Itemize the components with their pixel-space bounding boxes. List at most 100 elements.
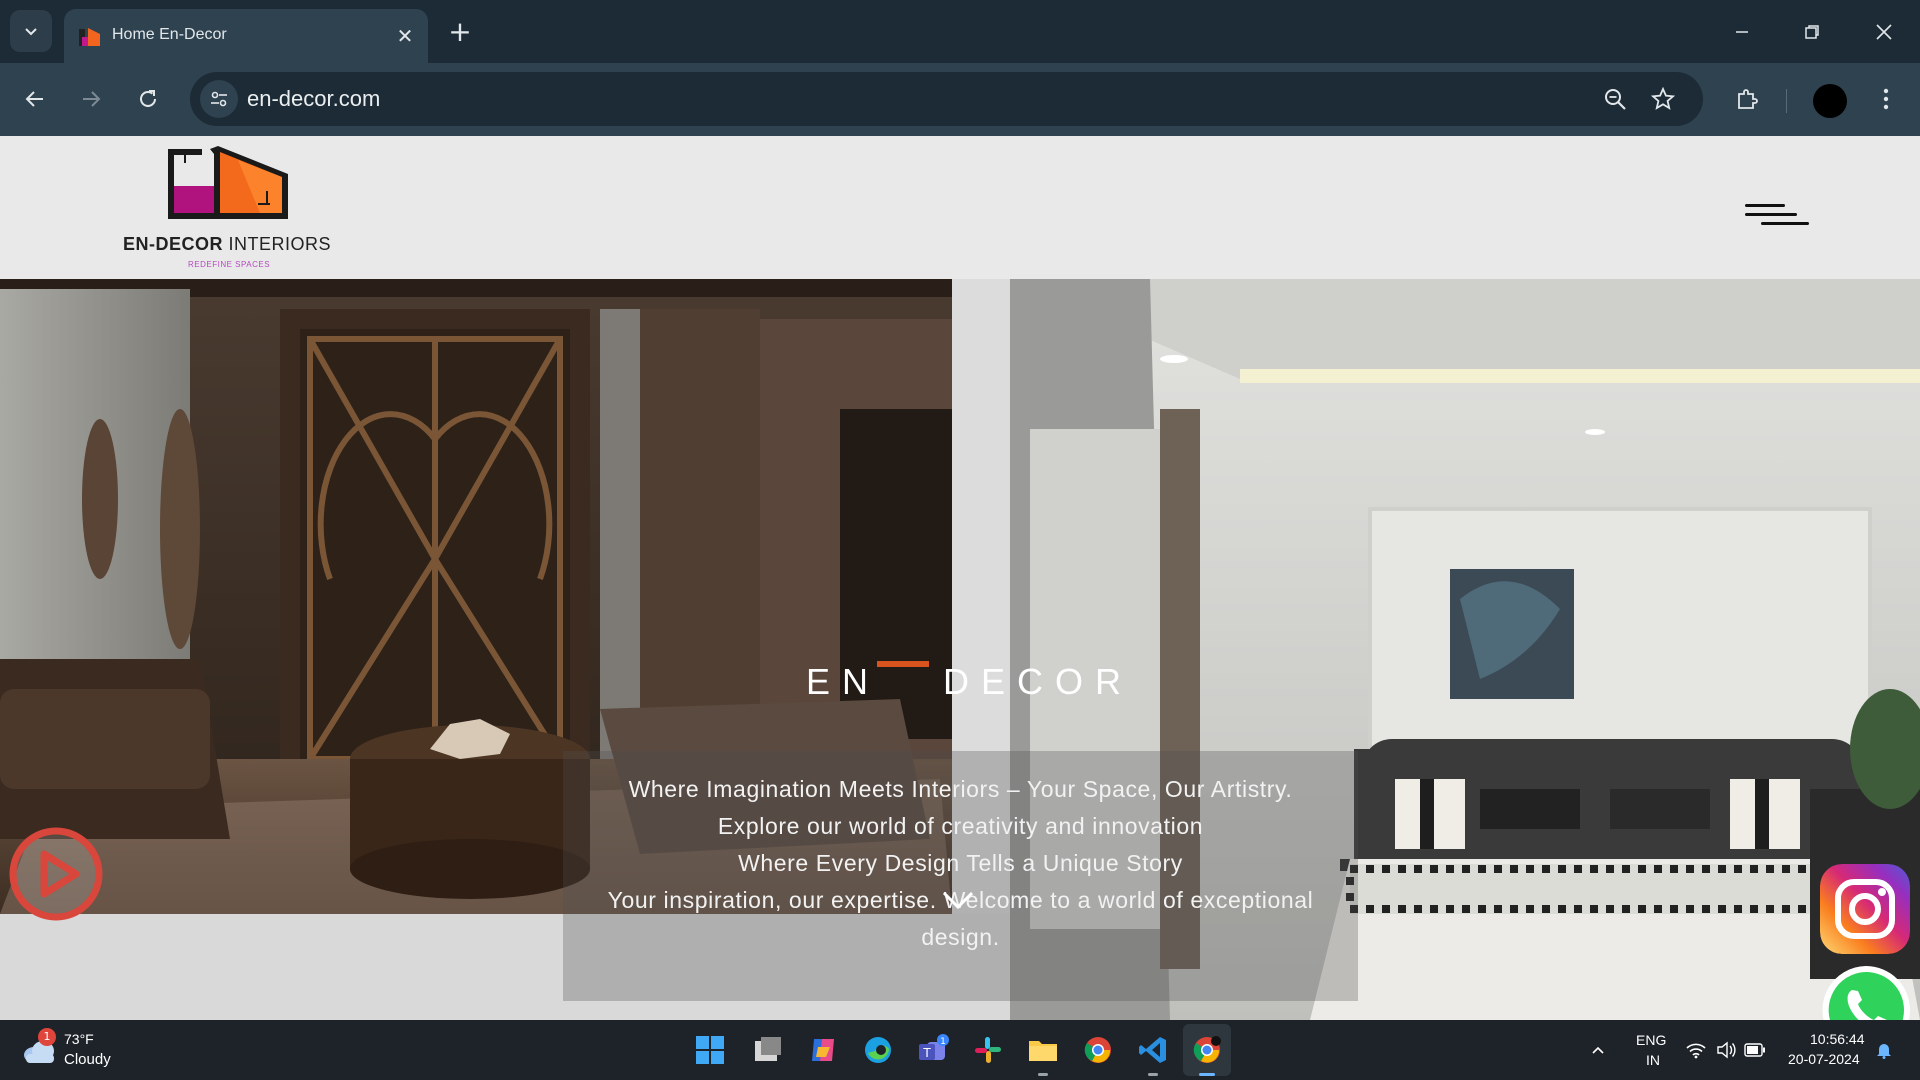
language-indicator[interactable]: ENG IN [1636, 1020, 1680, 1080]
start-button[interactable] [690, 1030, 730, 1070]
hero-caption-line: Where Every Design Tells a Unique Story [738, 850, 1183, 876]
bookmark-button[interactable] [1648, 84, 1678, 114]
chrome-active-button[interactable] [1187, 1030, 1227, 1076]
more-vertical-icon [1883, 88, 1889, 110]
brand-name: EN-DECOR INTERIORS [123, 234, 331, 255]
slack-icon [975, 1037, 1001, 1063]
address-bar[interactable]: en-decor.com [190, 72, 1703, 126]
hero-title-en: EN [806, 661, 881, 702]
weather-widget[interactable]: 1 73°F Cloudy [22, 1028, 132, 1072]
notifications-button[interactable] [1876, 1020, 1896, 1080]
chevron-down-icon [25, 28, 37, 36]
restore-icon [1805, 25, 1819, 39]
system-status-button[interactable] [1686, 1020, 1766, 1080]
minimize-icon [1736, 31, 1748, 33]
chevron-up-icon [1592, 1046, 1604, 1054]
tune-icon [211, 91, 227, 107]
close-window-icon [1876, 24, 1892, 40]
back-button[interactable] [15, 79, 55, 119]
reload-button[interactable] [128, 79, 168, 119]
site-settings-button[interactable] [200, 80, 238, 118]
teams-button[interactable]: T 1 [913, 1030, 953, 1070]
windows-start-icon [696, 1036, 724, 1064]
wifi-icon [1686, 1043, 1706, 1059]
close-tab-icon[interactable]: ✕ [394, 25, 416, 47]
hero-caption-line: Where Imagination Meets Interiors – Your… [628, 776, 1293, 802]
instagram-icon[interactable] [1820, 864, 1910, 954]
copilot-button[interactable] [803, 1030, 843, 1070]
vscode-icon [1139, 1037, 1166, 1063]
hero-caption-line: design. [921, 924, 1000, 950]
reload-icon [140, 90, 156, 107]
minimize-button[interactable] [1722, 12, 1762, 52]
weather-temp: 73°F [64, 1031, 94, 1047]
chrome-button[interactable] [1078, 1030, 1118, 1070]
hero-caption-line: Explore our world of creativity and inno… [717, 813, 1204, 839]
restore-button[interactable] [1792, 12, 1832, 52]
edge-icon [865, 1037, 891, 1063]
site-favicon-icon [79, 28, 100, 46]
clock-time: 10:56:44 [1810, 1031, 1865, 1047]
copilot-icon [812, 1039, 834, 1061]
battery-icon [1744, 1043, 1765, 1057]
weather-alert-badge: 1 [38, 1028, 56, 1046]
clock-date: 20-07-2024 [1788, 1051, 1860, 1067]
play-video-button[interactable] [8, 826, 104, 922]
hero-title: EN DECOR [800, 661, 1130, 711]
hero-title-decor: DECOR [943, 661, 1134, 702]
browser-toolbar: en-decor.com [0, 63, 1920, 136]
back-arrow-icon [25, 91, 43, 107]
svg-text:T: T [922, 1046, 931, 1060]
more-menu-button[interactable] [1866, 79, 1906, 119]
slack-button[interactable] [968, 1030, 1008, 1070]
task-view-icon [755, 1037, 781, 1061]
url-text[interactable]: en-decor.com [247, 86, 380, 112]
forward-button[interactable] [71, 79, 111, 119]
profile-avatar[interactable] [1813, 84, 1847, 118]
file-explorer-button[interactable] [1023, 1030, 1063, 1076]
brand-name-bold: EN-DECOR [123, 234, 224, 254]
site-header: EN-DECOR INTERIORS REDEFINE SPACES [0, 136, 1920, 279]
brand-name-rest: INTERIORS [223, 234, 332, 254]
menu-button[interactable] [1745, 204, 1815, 234]
web-page: EN-DECOR INTERIORS REDEFINE SPACES EN DE… [0, 136, 1920, 1020]
show-hidden-icons-button[interactable] [1590, 1020, 1614, 1080]
teams-badge: 1 [940, 1037, 946, 1047]
folder-icon [1029, 1041, 1057, 1061]
browser-tabstrip: Home En-Decor ✕ + [0, 0, 1920, 63]
running-indicator [1148, 1073, 1158, 1076]
chrome-active-icon [1193, 1036, 1221, 1063]
whatsapp-icon[interactable] [1818, 962, 1914, 1020]
brand-tagline: REDEFINE SPACES [188, 260, 271, 269]
volume-icon [1717, 1041, 1736, 1059]
scroll-down-chevron-icon[interactable] [940, 887, 976, 911]
hero-section: EN DECOR Where Imagination Meets Interio… [0, 279, 1920, 1020]
clock[interactable]: 10:56:44 20-07-2024 [1786, 1020, 1870, 1080]
chrome-icon [1084, 1037, 1111, 1063]
tab-title: Home En-Decor [112, 26, 227, 43]
new-tab-button[interactable]: + [440, 14, 480, 50]
windows-taskbar: 1 73°F Cloudy T 1 ENG IN 10:56:44 20-07-… [0, 1020, 1920, 1080]
vscode-button[interactable] [1133, 1030, 1173, 1076]
menu-line-icon [1745, 213, 1797, 216]
puzzle-icon [1738, 89, 1758, 109]
zoom-button[interactable] [1600, 84, 1630, 114]
bell-icon [1877, 1044, 1891, 1059]
teams-icon: T 1 [919, 1034, 949, 1060]
language-code: ENG [1636, 1032, 1667, 1048]
edge-button[interactable] [858, 1030, 898, 1070]
site-logo[interactable]: EN-DECOR INTERIORS REDEFINE SPACES [120, 146, 370, 274]
language-region: IN [1646, 1052, 1660, 1068]
star-icon [1651, 87, 1675, 110]
close-window-button[interactable] [1864, 12, 1904, 52]
active-indicator [1199, 1073, 1215, 1076]
extensions-button[interactable] [1727, 79, 1767, 119]
forward-arrow-icon [83, 91, 101, 107]
hero-title-accent-bar [877, 661, 929, 667]
tab-search-button[interactable] [10, 10, 52, 52]
menu-line-icon [1745, 204, 1785, 207]
toolbar-separator [1786, 89, 1787, 113]
weather-condition: Cloudy [64, 1051, 111, 1068]
task-view-button[interactable] [748, 1030, 788, 1070]
browser-tab-active[interactable]: Home En-Decor ✕ [64, 9, 428, 63]
